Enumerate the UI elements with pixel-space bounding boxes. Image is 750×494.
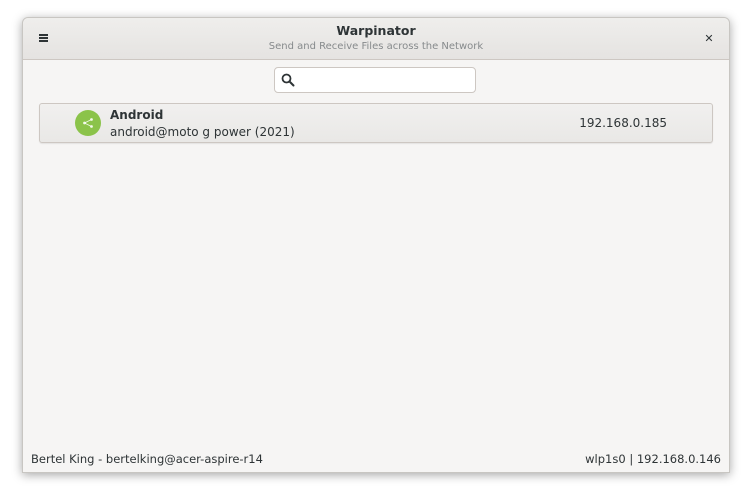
device-ip: 192.168.0.185 <box>579 116 667 130</box>
window-subtitle: Send and Receive Files across the Networ… <box>268 41 484 52</box>
title-block: Warpinator Send and Receive Files across… <box>23 23 729 54</box>
search-icon <box>281 73 295 87</box>
search-input[interactable] <box>299 70 469 90</box>
search-box[interactable] <box>274 67 476 93</box>
warpinator-window: Warpinator Send and Receive Files across… <box>22 17 730 473</box>
close-icon: ✕ <box>704 31 714 45</box>
close-button[interactable]: ✕ <box>697 26 721 50</box>
device-avatar <box>75 110 101 136</box>
status-network: wlp1s0 | 192.168.0.146 <box>585 452 721 466</box>
device-row-android[interactable]: Android android@moto g power (2021) 192.… <box>39 103 713 143</box>
device-name: Android <box>110 108 164 122</box>
headerbar: Warpinator Send and Receive Files across… <box>23 18 729 60</box>
status-user: Bertel King - bertelking@acer-aspire-r14 <box>31 452 263 466</box>
device-host: android@moto g power (2021) <box>110 125 295 139</box>
share-icon <box>83 118 93 128</box>
window-title: Warpinator <box>336 23 416 38</box>
